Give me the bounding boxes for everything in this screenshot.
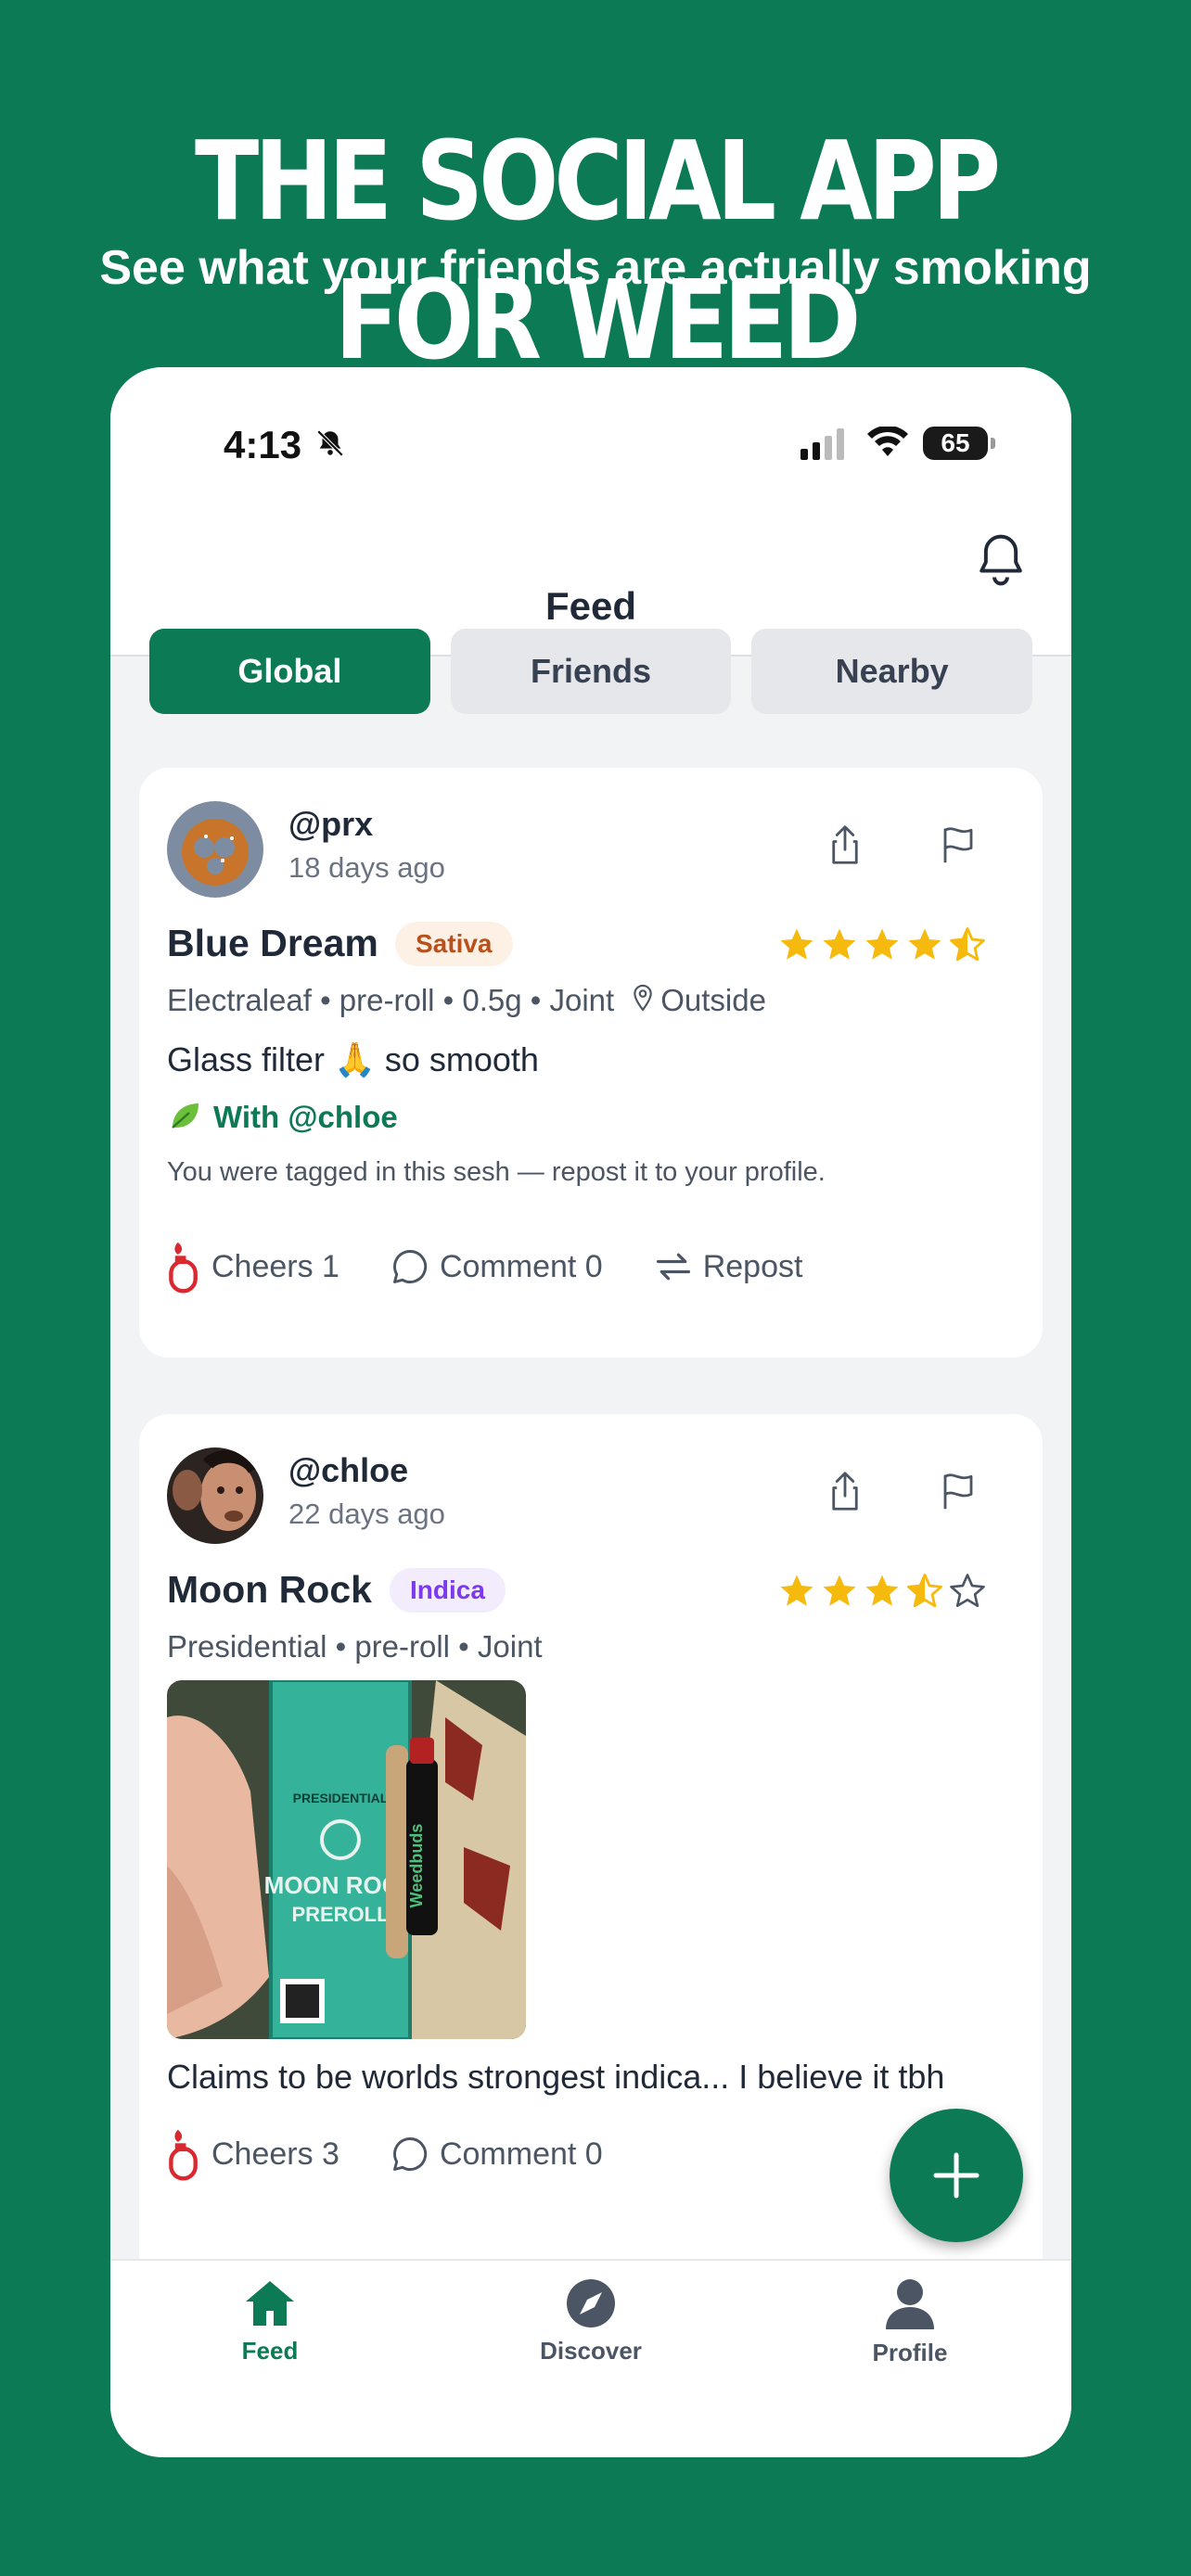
post-timestamp: 22 days ago: [288, 1498, 445, 1530]
home-icon: [246, 2281, 294, 2326]
star-full-icon: [863, 925, 902, 969]
share-icon[interactable]: [826, 1470, 864, 1517]
tab-global[interactable]: Global: [149, 629, 430, 714]
repost-label: Repost: [702, 1248, 803, 1284]
sativa-badge: Sativa: [395, 922, 513, 966]
silent-mode-icon: [314, 427, 346, 465]
tag-notice: You were tagged in this sesh — repost it…: [167, 1157, 826, 1187]
notifications-bell-icon[interactable]: [975, 532, 1027, 593]
post-actions: Cheers 3 Comment 0: [167, 2126, 653, 2182]
star-empty-icon: [948, 1572, 987, 1615]
star-full-icon: [777, 1572, 816, 1615]
comment-button[interactable]: Comment 0: [390, 2134, 603, 2174]
location-pin-icon: [631, 983, 655, 1022]
comment-button[interactable]: Comment 0: [390, 1246, 603, 1287]
comment-icon: [393, 2137, 428, 2171]
hero-subtitle: See what your friends are actually smoki…: [99, 241, 1092, 295]
wifi-icon: [867, 425, 908, 463]
repost-button[interactable]: Repost: [653, 1248, 803, 1285]
flag-icon[interactable]: [939, 1470, 978, 1517]
star-full-icon: [777, 925, 816, 969]
comment-count: Comment 0: [439, 2136, 603, 2172]
strain-name[interactable]: Blue Dream: [167, 922, 378, 965]
cheers-count: Cheers 3: [211, 2136, 339, 2172]
status-bar: 4:13 65: [110, 367, 1071, 525]
post-username[interactable]: @prx: [288, 805, 373, 844]
tab-friends[interactable]: Friends: [450, 629, 732, 714]
rating-stars: [777, 1572, 987, 1615]
star-half-icon: [948, 925, 987, 969]
lighter-icon: [169, 1242, 198, 1294]
tagged-with-line[interactable]: With @chloe: [167, 1100, 398, 1141]
lighter-icon: [169, 2129, 198, 2181]
nav-feed[interactable]: Feed: [177, 2277, 363, 2366]
new-post-button[interactable]: [890, 2109, 1023, 2242]
leaf-icon: [167, 1100, 202, 1141]
bottom-tab-bar: Feed Discover Profile: [110, 2259, 1071, 2457]
post-photo[interactable]: PRESIDENTIAL MOON ROCK PREROLL Weedbuds: [167, 1680, 526, 2039]
star-full-icon: [863, 1572, 902, 1615]
feed-filter-tabs: Global Friends Nearby: [149, 629, 1033, 714]
avatar[interactable]: [167, 801, 263, 898]
nav-discover[interactable]: Discover: [498, 2277, 684, 2366]
location-label: Outside: [660, 983, 766, 1017]
avatar[interactable]: [167, 1447, 263, 1544]
post-actions: Cheers 1 Comment 0 Repost: [167, 1239, 852, 1294]
post-username[interactable]: @chloe: [288, 1451, 408, 1490]
star-full-icon: [820, 1572, 859, 1615]
post-caption: Claims to be worlds strongest indica... …: [167, 2058, 945, 2096]
product-meta: Electraleaf • pre-roll • 0.5g • Joint Out…: [167, 983, 766, 1022]
post-card: @prx 18 days ago Blue Dream Sativa Elect…: [139, 768, 1043, 1358]
product-details: Electraleaf • pre-roll • 0.5g • Joint: [167, 983, 615, 1017]
nav-profile[interactable]: Profile: [817, 2277, 1003, 2367]
strain-name[interactable]: Moon Rock: [167, 1568, 372, 1612]
post-timestamp: 18 days ago: [288, 851, 445, 884]
flag-icon[interactable]: [939, 823, 978, 871]
cheers-button[interactable]: Cheers 1: [167, 1239, 339, 1294]
star-full-icon: [905, 925, 944, 969]
star-half-icon: [905, 1572, 944, 1615]
cheers-button[interactable]: Cheers 3: [167, 2126, 339, 2182]
tab-nearby[interactable]: Nearby: [751, 629, 1033, 714]
cellular-signal-icon: [800, 428, 847, 465]
person-icon: [886, 2279, 934, 2329]
share-icon[interactable]: [826, 823, 864, 871]
post-caption: Glass filter 🙏 so smooth: [167, 1040, 539, 1078]
rating-stars: [777, 925, 987, 969]
indica-badge: Indica: [390, 1568, 506, 1613]
compass-icon: [567, 2279, 615, 2327]
photo-brand-text: PRESIDENTIAL: [293, 1791, 389, 1805]
photo-format-text: PREROLL: [291, 1903, 389, 1926]
comment-icon: [393, 1250, 428, 1283]
nav-profile-label: Profile: [872, 2339, 948, 2366]
nav-feed-label: Feed: [241, 2337, 299, 2365]
status-time: 4:13: [224, 423, 302, 466]
star-full-icon: [820, 925, 859, 969]
plus-icon: [933, 2152, 980, 2199]
comment-count: Comment 0: [439, 1248, 603, 1284]
repost-icon: [656, 1253, 690, 1281]
photo-lighter-text: Weedbuds: [407, 1824, 426, 1908]
product-meta: Presidential • pre-roll • Joint: [167, 1629, 543, 1664]
cheers-count: Cheers 1: [211, 1248, 339, 1284]
with-user-label: With @chloe: [213, 1100, 398, 1134]
nav-discover-label: Discover: [540, 2337, 642, 2365]
phone-screen: 4:13 65 Feed Global Friends Nearby @prx …: [110, 367, 1071, 2457]
battery-icon: 65: [923, 427, 995, 460]
